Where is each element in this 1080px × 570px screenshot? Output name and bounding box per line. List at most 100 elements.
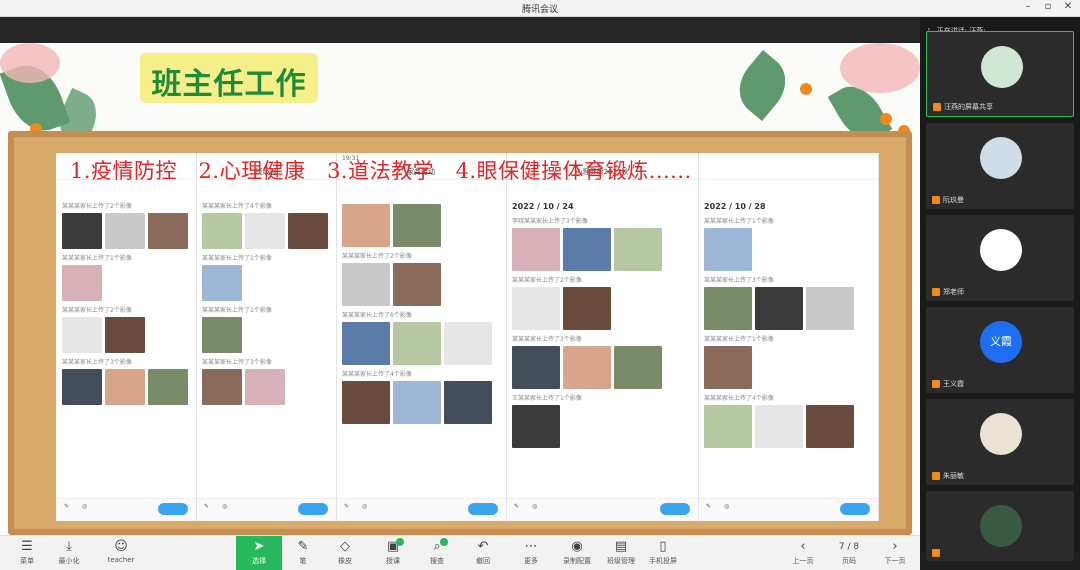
- toolbar-prev-button[interactable]: ‹ 上一页: [780, 536, 826, 570]
- slide-heading: 班主任工作: [151, 67, 307, 102]
- toolbar-label: 选择: [252, 557, 266, 565]
- topics-overlay-text: 1.疫情防控 2.心理健康 3.道法教学 4.眼保健操体育锻炼......: [70, 159, 692, 183]
- pen-icon: ✎: [297, 539, 309, 554]
- photo-thumbnail: [512, 228, 560, 271]
- participant-avatar: [980, 505, 1022, 547]
- phone-screenshot: 2022 / 10 / 28 某某某家长上传了1个影像 某某某家长上传了3个影像 某某…: [698, 153, 879, 521]
- toolbar-page-button[interactable]: 7 / 8 页码: [826, 536, 872, 570]
- participant-name-row: 汪燕的屏幕共享: [933, 102, 993, 112]
- participant-avatar: [981, 46, 1023, 88]
- edit-icon: ✎: [706, 503, 712, 510]
- photo-row: [56, 368, 196, 406]
- participant-name: 郑老师: [943, 288, 964, 296]
- mic-icon: [932, 380, 940, 388]
- post-pill: [298, 503, 328, 515]
- phone-bottom-bar: ✎ ◎: [698, 498, 878, 521]
- photo-thumbnail: [563, 346, 611, 389]
- orange-decoration: [800, 83, 812, 95]
- upload-label: 某某某家长上传了4个影像: [202, 203, 272, 210]
- upload-label: 某某某家长上传了4个影像: [704, 395, 774, 402]
- close-window-icon[interactable]: ✕: [1060, 1, 1076, 12]
- photo-thumbnail: [806, 405, 854, 448]
- photo-thumbnail: [342, 322, 390, 365]
- notification-badge: [440, 538, 448, 546]
- upload-label: 某某某家长上传了3个影像: [62, 359, 132, 366]
- photo-row: [698, 345, 878, 390]
- participant-tile[interactable]: 阮玖曼: [926, 123, 1074, 209]
- window-title-bar: 腾讯会议 – ▫ ✕: [0, 0, 1080, 17]
- toolbar-eraser-button[interactable]: ◇ 橡皮: [322, 536, 368, 570]
- page-icon: 7 / 8: [838, 542, 860, 552]
- photo-thumbnail: [342, 381, 390, 424]
- photo-thumbnail: [755, 287, 803, 330]
- record-icon: ◉: [571, 539, 583, 554]
- top-strip: [0, 17, 920, 43]
- toolbar-phone-cast-button[interactable]: ▯ 手机投屏: [640, 536, 686, 570]
- photo-thumbnail: [62, 317, 102, 353]
- prev-icon: ‹: [800, 539, 806, 554]
- phone-title: [698, 165, 878, 180]
- mic-icon: [933, 103, 941, 111]
- phone-bottom-bar: ✎ ◎: [196, 498, 336, 521]
- participant-avatar: [980, 229, 1022, 271]
- participant-tile[interactable]: [926, 491, 1074, 561]
- toolbar-cursor-button[interactable]: ➤ 选择: [236, 536, 282, 570]
- phone-cast-icon: ▯: [659, 539, 667, 554]
- upload-label: 王某某家长上传了1个影像: [512, 395, 582, 402]
- flower-decoration: [840, 43, 920, 93]
- settings-icon: ◎: [532, 503, 538, 510]
- notification-badge: [396, 538, 404, 546]
- photo-row: [698, 404, 878, 449]
- menu-icon: ☰: [21, 539, 33, 554]
- phone-bottom-bar: ✎ ◎: [506, 498, 698, 521]
- upload-label: 某某某家长上传了2个影像: [62, 203, 132, 210]
- photo-thumbnail: [806, 287, 854, 330]
- photo-thumbnail: [614, 346, 662, 389]
- toolbar-pen-button[interactable]: ✎ 笔: [280, 536, 326, 570]
- toolbar-teach-button[interactable]: ▣ 授课: [370, 536, 416, 570]
- participant-name: 阮玖曼: [943, 196, 964, 204]
- photo-thumbnail: [105, 369, 145, 405]
- flower-decoration: [0, 43, 60, 83]
- participant-tile[interactable]: 义霞 王义霞: [926, 307, 1074, 393]
- upload-label: 某某某家长上传了3个影像: [202, 359, 272, 366]
- next-icon: ›: [892, 539, 898, 554]
- photo-thumbnail: [202, 369, 242, 405]
- photo-row: [196, 316, 336, 354]
- upload-label: 某某某家长上传了1个影像: [62, 255, 132, 262]
- phone-bottom-bar: ✎ ◎: [56, 498, 196, 521]
- toolbar-class-button[interactable]: ▤ 班级管理: [598, 536, 644, 570]
- toolbar-search-button[interactable]: ⌕ 搜查: [414, 536, 460, 570]
- maximize-window-icon[interactable]: ▫: [1040, 1, 1056, 12]
- participant-tile[interactable]: 朱丽敏: [926, 399, 1074, 485]
- phone-screenshot: 某某某家长上传了2个影像 某某某家长上传了1个影像 某某某家长上传了2个影像 某某某家…: [56, 153, 197, 521]
- minimize-window-icon[interactable]: –: [1020, 1, 1036, 12]
- photo-thumbnail: [105, 213, 145, 249]
- participant-name-row: 朱丽敏: [932, 471, 964, 481]
- toolbar-next-button[interactable]: › 下一页: [872, 536, 918, 570]
- toolbar-teacher-avatar-button[interactable]: ☺ teacher: [98, 536, 144, 570]
- teacher-avatar-icon: ☺: [114, 539, 128, 554]
- photo-thumbnail: [202, 317, 242, 353]
- photo-row: [506, 345, 698, 390]
- shared-screen-area: 班主任工作 2022 / 10 / 28 某某某家长上传了1个影像 某某某家长上传了…: [0, 17, 920, 570]
- class-icon: ▤: [614, 539, 628, 554]
- toolbar-label: 下一页: [884, 557, 906, 565]
- participant-tile[interactable]: 郑老师: [926, 215, 1074, 301]
- cursor-icon: ➤: [253, 539, 265, 554]
- mic-icon: [932, 472, 940, 480]
- toolbar-label: 笔: [299, 557, 307, 565]
- toolbar-label: 搜查: [430, 557, 444, 565]
- participant-name: 王义霞: [943, 380, 964, 388]
- photo-row: [506, 286, 698, 331]
- participant-tile[interactable]: 汪燕的屏幕共享: [926, 31, 1074, 117]
- toolbar-minimize-button[interactable]: ⤓ 最小化: [46, 536, 92, 570]
- photo-row: [56, 316, 196, 354]
- toolbar-menu-button[interactable]: ☰ 菜单: [4, 536, 50, 570]
- phone-screenshot: 班级圈 某某某家长上传了4个影像 某某某家长上传了1个影像 某某某家长上传了1个影像某…: [196, 153, 337, 521]
- upload-label: 某某某家长上传了1个影像: [704, 336, 774, 343]
- photo-row: [196, 368, 336, 406]
- toolbar-more-button[interactable]: ⋯ 更多: [508, 536, 554, 570]
- toolbar-undo-button[interactable]: ↶ 撤回: [460, 536, 506, 570]
- toolbar-record-button[interactable]: ◉ 录制配置: [554, 536, 600, 570]
